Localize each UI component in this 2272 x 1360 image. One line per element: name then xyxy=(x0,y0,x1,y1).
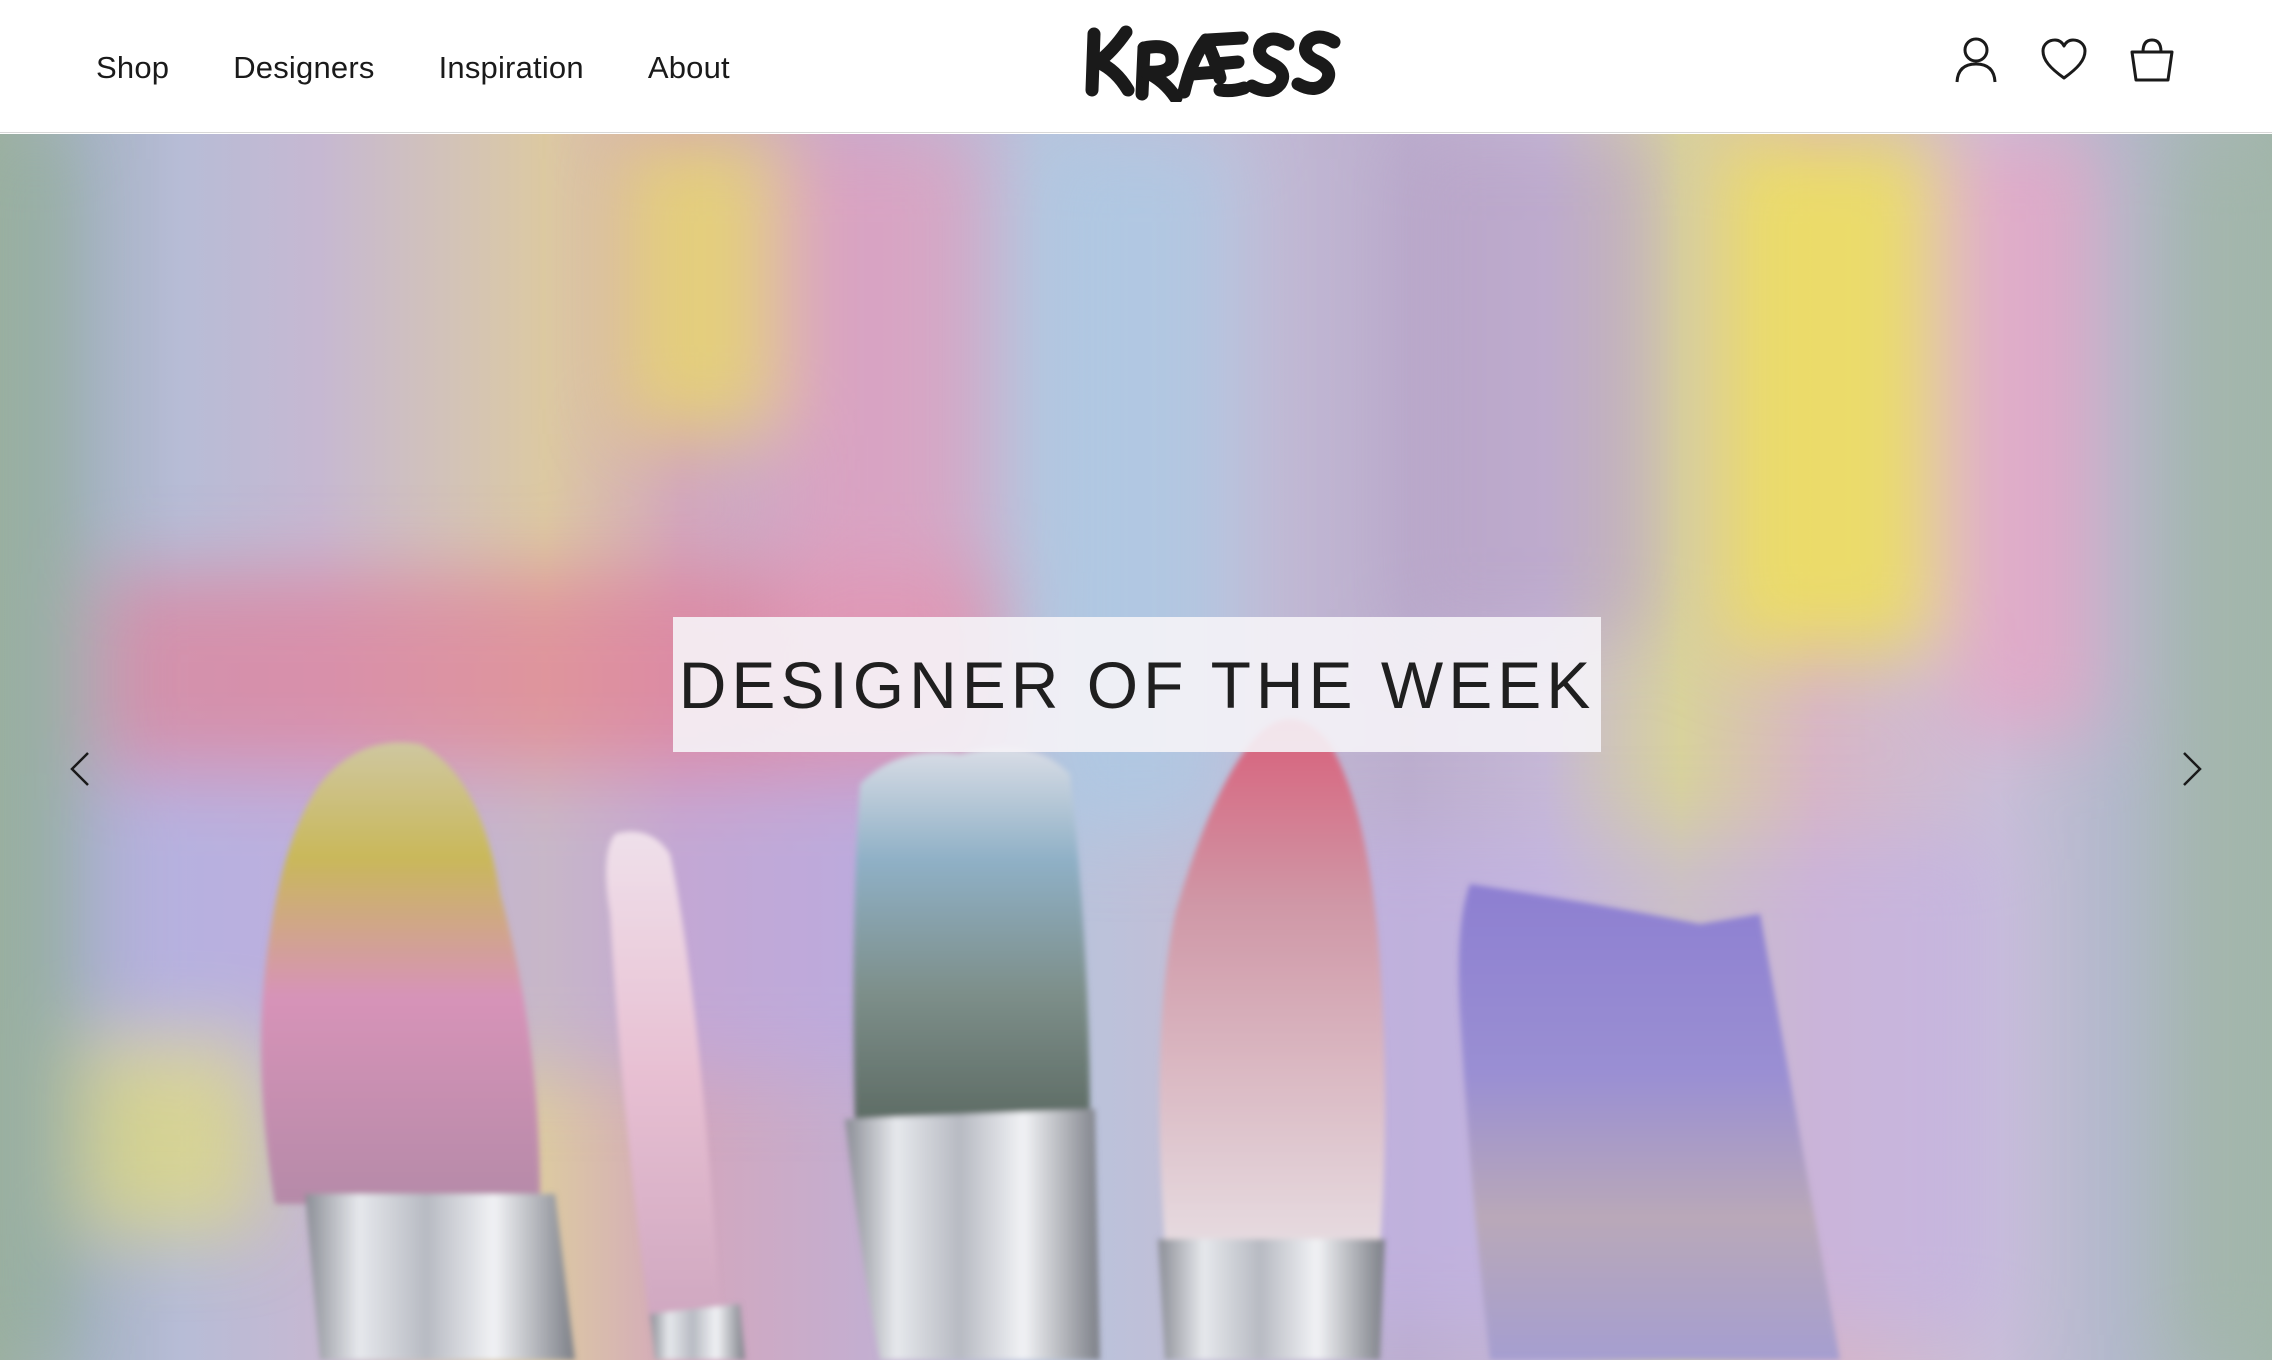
nav-item-inspiration[interactable]: Inspiration xyxy=(439,50,584,86)
hero-caption: DESIGNER OF THE WEEK xyxy=(678,647,1596,722)
chevron-left-icon xyxy=(70,752,89,786)
main-nav: Shop Designers Inspiration About xyxy=(96,46,730,90)
brand-logo[interactable] xyxy=(1082,18,1346,105)
chevron-right-icon xyxy=(2183,752,2202,786)
user-icon[interactable] xyxy=(1952,36,2000,84)
nav-item-designers[interactable]: Designers xyxy=(233,50,374,86)
header-actions xyxy=(1952,36,2176,84)
carousel-next-button[interactable] xyxy=(2162,734,2222,804)
hero-carousel: DESIGNER OF THE WEEK xyxy=(0,134,2272,1360)
heart-icon[interactable] xyxy=(2040,36,2088,84)
nav-item-shop[interactable]: Shop xyxy=(96,50,169,86)
nav-item-about[interactable]: About xyxy=(648,50,730,86)
shopping-bag-icon[interactable] xyxy=(2128,36,2176,84)
carousel-prev-button[interactable] xyxy=(50,734,110,804)
site-header: Shop Designers Inspiration About xyxy=(0,0,2272,133)
hero-caption-box[interactable]: DESIGNER OF THE WEEK xyxy=(673,617,1601,752)
